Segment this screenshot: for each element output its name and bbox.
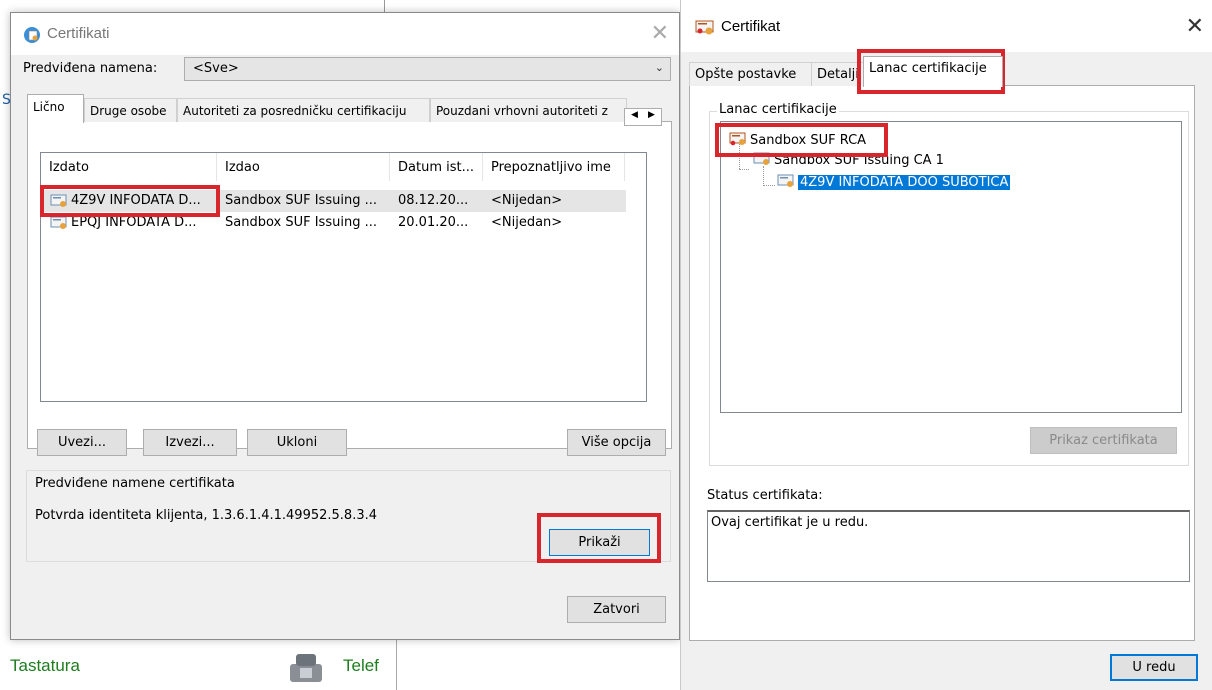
tree-connector — [763, 185, 775, 186]
cell-issued-by: Sandbox SUF Issuing ... — [225, 215, 377, 230]
import-button[interactable]: Uvezi... — [37, 429, 127, 456]
column-header-izdato[interactable]: Izdato — [41, 153, 217, 181]
tab-druge-osobe[interactable]: Druge osobe — [84, 98, 177, 122]
certificate-icon — [695, 20, 714, 35]
status-text: Ovaj certifikat je u redu. — [711, 515, 869, 530]
tab-posrednicki-autoriteti[interactable]: Autoriteti za posredničku certifikaciju — [177, 98, 430, 122]
chevron-down-icon: ⌄ — [654, 61, 664, 74]
highlight-view-button — [537, 513, 661, 563]
tab-lanac-certifikacije[interactable]: Lanac certifikacije — [863, 56, 1003, 87]
control-panel-tastatura-link[interactable]: Tastatura — [10, 656, 80, 676]
view-certificate-button[interactable]: Prikaz certifikata — [1030, 427, 1177, 454]
certifikat-close-icon[interactable]: ✕ — [1186, 14, 1204, 39]
status-label: Status certifikata: — [707, 488, 823, 503]
cell-issued-by: Sandbox SUF Issuing ... — [225, 193, 377, 208]
certificate-manager-icon — [24, 27, 40, 43]
certifikati-close-icon[interactable]: ✕ — [651, 21, 669, 46]
remove-button[interactable]: Ukloni — [247, 429, 347, 456]
list-header: Izdato Izdao Datum ist... Prepoznatljivo… — [41, 153, 646, 183]
background-window-fragment — [396, 636, 682, 690]
column-header-prepoznatljivo-ime[interactable]: Prepoznatljivo ime — [483, 153, 625, 181]
tree-connector — [739, 169, 749, 170]
cell-friendly-name: <Nijedan> — [491, 215, 563, 230]
tree-connector — [763, 166, 764, 186]
close-button[interactable]: Zatvori — [567, 596, 666, 623]
certification-path-tree[interactable]: Sandbox SUF RCA Sandbox SUF Issuing CA 1… — [720, 121, 1182, 413]
purpose-dropdown[interactable]: <Sve> ⌄ — [184, 57, 671, 81]
advanced-button[interactable]: Više opcija — [567, 429, 666, 456]
purposes-label: Predviđene namene certifikata — [35, 476, 235, 491]
tab-opste-postavke[interactable]: Opšte postavke — [689, 62, 815, 86]
purpose-dropdown-value: <Sve> — [193, 61, 239, 76]
purposes-value: Potvrda identiteta klijenta, 1.3.6.1.4.1… — [35, 508, 378, 523]
certifikat-titlebar: Certifikat ✕ — [681, 0, 1212, 52]
column-header-datum[interactable]: Datum ist... — [390, 153, 483, 181]
arrow-left-icon[interactable]: ◀ — [631, 110, 638, 120]
certifikati-title: Certifikati — [47, 25, 110, 42]
column-header-izdao[interactable]: Izdao — [217, 153, 390, 181]
cell-date: 08.12.20... — [398, 193, 469, 208]
cell-issued-to: EPQJ INFODATA D... — [71, 215, 197, 230]
arrow-right-icon[interactable]: ▶ — [648, 110, 655, 120]
chain-node-leaf[interactable]: 4Z9V INFODATA DOO SUBOTICA — [777, 173, 1011, 190]
chain-label: Lanac certifikacije — [717, 102, 839, 117]
cell-date: 20.01.20... — [398, 215, 469, 230]
tab-scroll-arrows[interactable]: ◀ ▶ — [624, 108, 662, 126]
control-panel-telefon-link[interactable]: Telef — [343, 656, 379, 676]
cell-friendly-name: <Nijedan> — [491, 193, 563, 208]
export-button[interactable]: Izvezi... — [143, 429, 237, 456]
certifikati-tabs: Lično Druge osobe Autoriteti za posredni… — [27, 94, 672, 126]
background-divider — [384, 0, 385, 12]
status-box: Ovaj certifikat je u redu. — [707, 510, 1190, 582]
certificate-icon — [50, 216, 67, 229]
ok-button[interactable]: U redu — [1110, 654, 1198, 681]
chain-node-leaf-label: 4Z9V INFODATA DOO SUBOTICA — [798, 175, 1011, 190]
highlight-root-node — [715, 123, 888, 157]
telephone-icon — [290, 654, 322, 682]
purpose-label: Predviđena namena: — [23, 61, 158, 76]
tab-vrhovni-autoriteti[interactable]: Pouzdani vrhovni autoriteti z — [430, 98, 627, 122]
certifikat-title: Certifikat — [721, 18, 781, 35]
tab-licno[interactable]: Lično — [27, 94, 84, 123]
highlight-selected-row — [40, 185, 220, 217]
certifikati-titlebar: Certifikati ✕ — [11, 13, 679, 55]
certifikat-tabs: Opšte postavke Detalji Lanac certifikaci… — [689, 56, 1189, 87]
purpose-row: Predviđena namena: <Sve> ⌄ — [23, 57, 671, 81]
certificate-icon — [777, 174, 794, 187]
